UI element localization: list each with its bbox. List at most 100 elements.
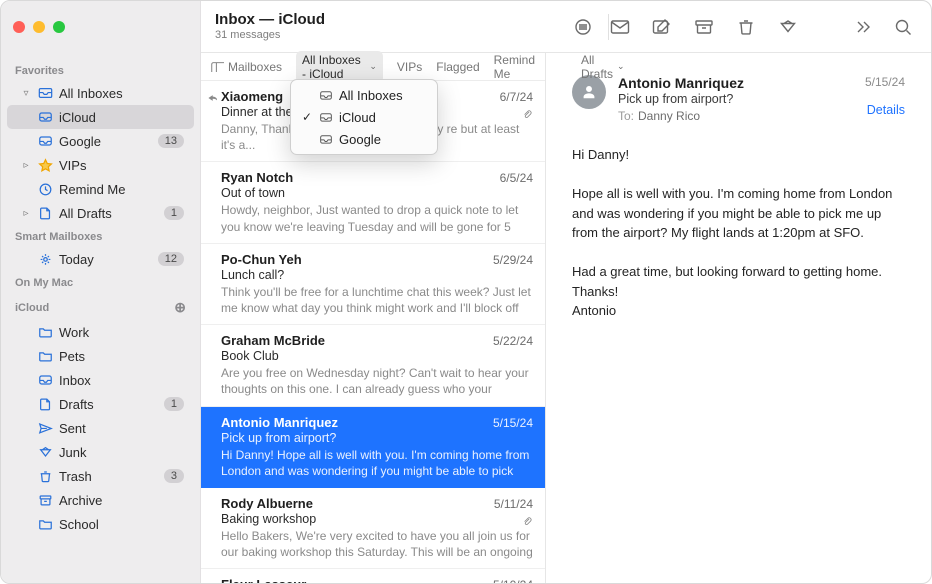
sidebar-item-sent[interactable]: Sent [7,416,194,440]
sidebar-section-smart: Smart Mailboxes [1,225,200,247]
message-preview: Hi Danny! Hope all is well with you. I'm… [221,447,533,479]
message-date: 5/15/24 [493,416,533,430]
minimize-window-button[interactable] [33,21,45,33]
sidebar-item-all-drafts[interactable]: ▹All Drafts1 [7,201,194,225]
dropdown-item-icloud[interactable]: ✓iCloud [291,106,437,128]
reader-details-link[interactable]: Details [865,103,905,117]
sidebar-item-all-inboxes[interactable]: ▿All Inboxes [7,81,194,105]
message-row[interactable]: Graham McBride5/22/24Book ClubAre you fr… [201,325,545,406]
message-date: 6/5/24 [500,171,533,185]
message-subject: Out of town [221,186,533,200]
trash-icon [37,468,53,484]
message-subject: Baking workshop [221,512,533,526]
message-row[interactable]: Antonio Manriquez 5/15/24Pick up from air… [201,407,545,488]
reader-subject: Pick up from airport? [618,92,744,106]
filter-icon[interactable] [572,17,594,37]
sidebar-item-google[interactable]: Google13 [7,129,194,153]
sidebar-item-label: Google [59,134,152,149]
disclosure-triangle-icon[interactable]: ▹ [21,208,31,219]
message-date: 5/11/24 [494,497,533,511]
favbar-current-inbox-dropdown[interactable]: All Inboxes - iCloud ⌄ [296,51,383,83]
titlebar: Inbox — iCloud 31 messages [1,1,931,53]
favbar-alldrafts[interactable]: All Drafts ⌄ [581,53,625,81]
message-date: 5/10/24 [493,578,533,583]
message-date: 5/22/24 [493,334,533,348]
message-date: 6/7/24 [500,90,533,104]
inbox-dropdown-popover[interactable]: All Inboxes ✓iCloudGoogle [290,79,438,155]
sidebar: Favorites ▿All InboxesiCloudGoogle13▹VIP… [1,53,201,583]
reader-pane: Antonio Manriquez Pick up from airport? … [546,53,931,583]
message-subject: Pick up from airport? [221,431,533,445]
check-icon: ✓ [301,110,313,124]
sidebar-item-drafts[interactable]: Drafts1 [7,392,194,416]
traffic-lights [13,21,65,33]
get-mail-icon[interactable] [609,17,631,37]
reader-date: 5/15/24 [865,75,905,89]
reader-body: Hi Danny! Hope all is well with you. I'm… [572,145,905,321]
favbar-mailboxes-label: Mailboxes [228,60,282,74]
sidebar-item-archive[interactable]: Archive [7,488,194,512]
sidebar-item-pets[interactable]: Pets [7,344,194,368]
message-date: 5/29/24 [493,253,533,267]
sidebar-item-work[interactable]: Work [7,320,194,344]
reader-from: Antonio Manriquez [618,75,744,91]
folder-icon [37,348,53,364]
message-row[interactable]: Rody Albuerne5/11/24Baking workshopHello… [201,488,545,569]
message-row[interactable]: Fleur Lasseur5/10/24Soccer jerseysAre yo… [201,569,545,583]
favbar-flagged[interactable]: Flagged [436,60,479,74]
trash-icon[interactable] [735,17,757,37]
message-preview: Hello Bakers, We're very excited to have… [221,528,533,560]
sidebar-item-inbox[interactable]: Inbox [7,368,194,392]
message-subject: Lunch call? [221,268,533,282]
sidebar-item-today[interactable]: Today 12 [7,247,194,271]
dropdown-item-all-inboxes[interactable]: All Inboxes [291,84,437,106]
attachment-icon [522,107,533,118]
message-from: Antonio Manriquez [221,415,338,430]
sidebar-item-school[interactable]: School [7,512,194,536]
disclosure-triangle-icon[interactable]: ▿ [21,88,31,99]
sidebar-item-label: Inbox [59,373,184,388]
archive-icon[interactable] [693,17,715,37]
folder-icon [37,516,53,532]
dropdown-item-label: All Inboxes [339,88,403,103]
send-icon [37,420,53,436]
message-preview: Howdy, neighbor, Just wanted to drop a q… [221,202,533,234]
close-window-button[interactable] [13,21,25,33]
sidebar-item-label: Sent [59,421,184,436]
favbar-remindme[interactable]: Remind Me [494,53,535,81]
add-mailbox-icon[interactable]: ⊕ [174,299,186,316]
compose-icon[interactable] [651,17,673,37]
sidebar-item-label: Remind Me [59,182,184,197]
doc-icon [37,205,53,221]
favorites-bar: Mailboxes All Inboxes - iCloud ⌄ VIPs Fl… [201,53,545,81]
tray-icon [37,372,53,388]
gear-icon [37,251,53,267]
message-list[interactable]: Xiaomeng6/7/24Dinner at theDanny, Thank … [201,81,545,583]
more-icon[interactable] [851,17,873,37]
message-preview: Think you'll be free for a lunchtime cha… [221,284,533,316]
sidebar-item-junk[interactable]: Junk [7,440,194,464]
favbar-vips[interactable]: VIPs [397,60,422,74]
tray-icon [37,109,53,125]
sidebar-item-remind-me[interactable]: Remind Me [7,177,194,201]
sidebar-item-icloud[interactable]: iCloud [7,105,194,129]
sidebar-item-label: VIPs [59,158,184,173]
message-row[interactable]: Po-Chun Yeh5/29/24Lunch call?Think you'l… [201,244,545,325]
sidebar-item-vips[interactable]: ▹ VIPs [7,153,194,177]
message-from: Fleur Lasseur [221,577,306,583]
favbar-mailboxes-button[interactable]: Mailboxes [211,60,282,74]
sidebar-item-label: Pets [59,349,184,364]
chevron-down-icon: ⌄ [369,61,377,72]
message-row[interactable]: Ryan Notch6/5/24Out of townHowdy, neighb… [201,162,545,243]
disclosure-triangle-icon[interactable]: ▹ [21,160,31,171]
count-badge: 1 [164,397,184,411]
sidebar-item-label: Today [59,252,152,267]
sidebar-item-label: School [59,517,184,532]
search-icon[interactable] [893,17,915,37]
zoom-window-button[interactable] [53,21,65,33]
sidebar-item-trash[interactable]: Trash3 [7,464,194,488]
sidebar-item-label: iCloud [59,110,184,125]
count-badge: 12 [158,252,184,266]
dropdown-item-google[interactable]: Google [291,128,437,150]
junk-icon[interactable] [777,17,799,37]
